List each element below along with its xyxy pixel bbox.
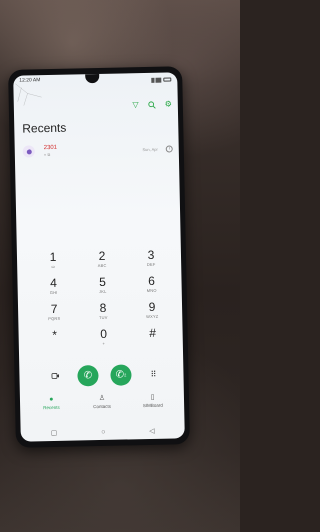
key-digit: 4 <box>50 275 58 291</box>
phone-screen: 12:20 AM ▽ ⚙ Recents 2301 × ⧉ Sun, Apr i <box>13 72 185 442</box>
nav-contacts[interactable]: ♙ Contacts <box>77 393 128 420</box>
status-bar: 12:20 AM <box>19 74 172 87</box>
key-letters: WXYZ <box>146 313 159 320</box>
recent-apps-icon[interactable]: ▢ <box>51 429 58 437</box>
key-4[interactable]: 4 GHI <box>33 275 74 304</box>
key-0[interactable]: 0 + <box>83 326 124 355</box>
key-letters: JKL <box>98 288 107 295</box>
key-letters: DEF <box>146 261 156 267</box>
keypad-row: * 0 + # <box>35 326 174 355</box>
call-sim2-button[interactable]: ✆2 <box>110 363 132 386</box>
key-8[interactable]: 8 TUV <box>83 300 124 329</box>
sim2-badge: 2 <box>123 371 127 378</box>
phone-device: 12:20 AM ▽ ⚙ Recents 2301 × ⧉ Sun, Apr i <box>8 66 190 448</box>
recent-call-time: Sun, Apr <box>142 146 158 152</box>
nav-recents[interactable]: ● Recents <box>26 395 77 422</box>
key-digit: 8 <box>99 300 107 315</box>
key-letters: ABC <box>97 262 107 269</box>
nav-label: SIMBoard <box>142 402 163 409</box>
key-letters: TUV <box>98 314 108 321</box>
key-digit: 5 <box>99 274 107 290</box>
nav-simboard[interactable]: ▯ SIMBoard <box>127 392 178 419</box>
sim-icon: ▯ <box>150 393 155 401</box>
call-actions: ✆ ✆2 ⠿ <box>35 361 173 388</box>
phone-icon: ✆ <box>83 369 93 381</box>
key-1[interactable]: 1ω <box>33 249 74 278</box>
key-digit: 6 <box>148 273 156 288</box>
recent-call-row[interactable]: 2301 × ⧉ Sun, Apr i <box>22 138 173 161</box>
key-digit: 1 <box>49 249 57 265</box>
person-icon <box>26 148 32 154</box>
key-digit: * <box>52 327 58 342</box>
key-6[interactable]: 6 MNO <box>131 274 172 301</box>
key-hash[interactable]: # <box>132 326 173 353</box>
call-sim1-button[interactable]: ✆ <box>77 364 99 386</box>
key-5[interactable]: 5 JKL <box>82 274 123 303</box>
dialer-toolbar: ▽ ⚙ <box>132 99 172 111</box>
key-letters: ω <box>51 263 55 269</box>
phone-icon: ✆ <box>115 369 125 381</box>
key-digit: # <box>149 325 157 340</box>
settings-icon[interactable]: ⚙ <box>165 99 172 110</box>
battery-icon <box>163 77 172 82</box>
bottom-navigation: ● Recents ♙ Contacts ▯ SIMBoard <box>26 392 179 421</box>
key-digit: 2 <box>98 248 106 264</box>
status-icons <box>151 74 172 84</box>
key-letters: + <box>102 340 106 346</box>
recent-call-meta: × ⧉ <box>43 152 51 158</box>
key-7[interactable]: 7 PQRS <box>34 301 75 330</box>
key-digit: 0 <box>100 326 108 341</box>
key-letters: PQRS <box>48 315 61 322</box>
key-digit: 3 <box>147 247 155 262</box>
key-digit: 7 <box>50 301 58 317</box>
system-navigation: ▢ ○ ◁ <box>51 427 155 437</box>
key-digit: 9 <box>148 299 156 314</box>
recent-call-text: 2301 × ⧉ <box>44 143 143 157</box>
clock-icon: ● <box>49 395 54 404</box>
page-title: Recents <box>22 120 67 136</box>
key-letters: MNO <box>146 287 157 294</box>
video-icon[interactable] <box>35 371 75 381</box>
key-3[interactable]: 3 DEF <box>131 248 172 275</box>
filter-icon[interactable]: ▽ <box>132 100 138 111</box>
key-letters: GHI <box>49 289 58 296</box>
back-icon[interactable]: ◁ <box>149 427 155 435</box>
key-star[interactable]: * <box>35 327 76 356</box>
nav-label: Contacts <box>93 403 112 410</box>
search-icon[interactable] <box>148 101 156 111</box>
dial-keypad: 1ω 2 ABC 3 DEF 4 GHI 5 JKL 6 MNO 7 PQRS 8 TUV 9… <box>33 248 173 355</box>
call-button-group: ✆ ✆2 <box>77 363 132 386</box>
signal-icon <box>151 77 162 83</box>
nav-label: Recents <box>43 404 60 411</box>
home-icon[interactable]: ○ <box>101 428 105 435</box>
info-icon[interactable]: i <box>165 144 173 153</box>
key-2[interactable]: 2 ABC <box>82 248 123 277</box>
key-9[interactable]: 9 WXYZ <box>132 300 173 327</box>
person-icon: ♙ <box>98 394 106 403</box>
contact-avatar <box>22 145 35 158</box>
dialpad-icon[interactable]: ⠿ <box>133 369 173 379</box>
status-time: 12:20 AM <box>19 77 41 84</box>
